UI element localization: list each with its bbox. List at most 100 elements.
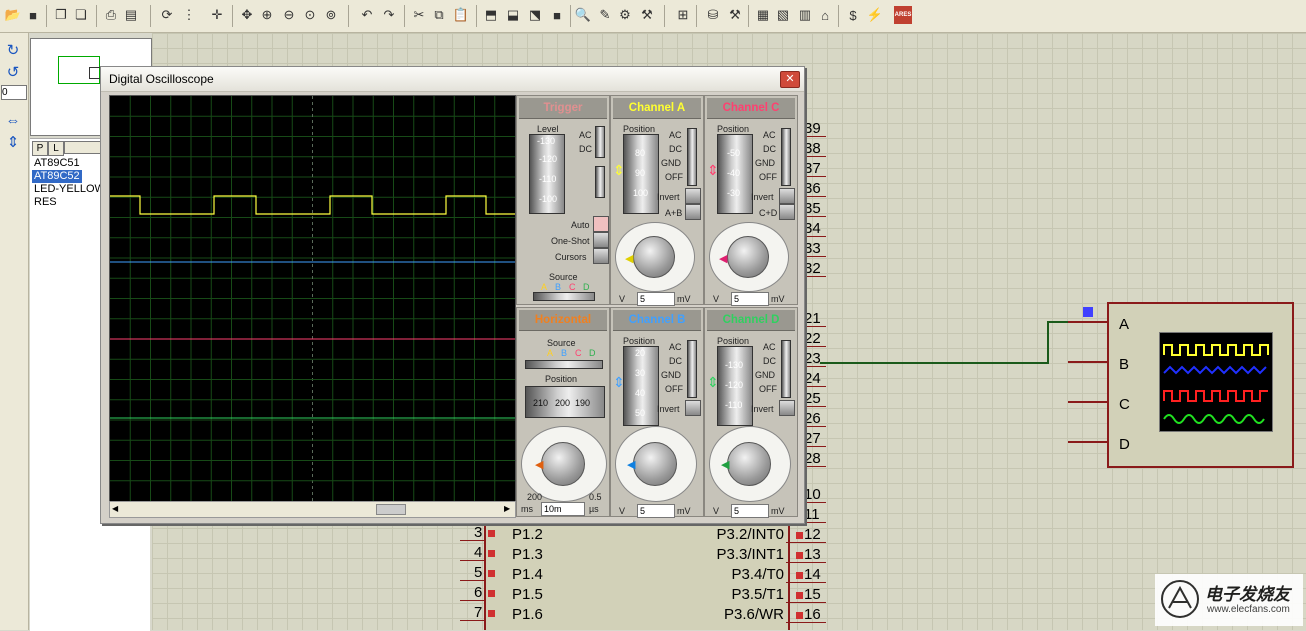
channel-c-value[interactable]: 5 (731, 292, 769, 306)
oscilloscope-window[interactable]: Digital Oscilloscope ✕ ◀ ▶ Trigger Level… (100, 66, 805, 524)
refresh-icon[interactable]: ⟳ (158, 6, 176, 24)
copy-icon[interactable]: ⧉ (430, 6, 448, 24)
print-icon[interactable]: ⎙ (102, 6, 120, 24)
package-icon[interactable]: ⚙ (616, 6, 634, 24)
tick: 190 (575, 398, 591, 408)
pick-device-icon[interactable]: 🔍 (574, 6, 592, 24)
device-item[interactable]: LED-YELLOW (32, 183, 107, 196)
channel-c-volts-knob[interactable] (727, 236, 769, 278)
mirror-x-icon[interactable]: ⇔ (4, 111, 22, 129)
horizontal-scrollbar[interactable]: ◀ ▶ (109, 501, 516, 518)
search-icon[interactable]: ⛁ (704, 6, 722, 24)
new-sheet-icon[interactable]: ▦ (754, 6, 772, 24)
channel-a-invert-button[interactable] (685, 188, 701, 204)
property-icon[interactable]: ⚒ (726, 6, 744, 24)
cut-icon[interactable]: ✂ (410, 6, 428, 24)
redo-icon[interactable]: ↷ (380, 6, 398, 24)
channel-a-panel: Channel A Position 80 90 100 ⇕ AC DC GND… (610, 95, 704, 306)
bill-icon[interactable]: $ (844, 6, 862, 24)
channel-b-volts-knob[interactable] (633, 442, 677, 486)
wire-autorouter-icon[interactable]: ⊞ (674, 6, 692, 24)
page-setup-icon[interactable]: ▤ (122, 6, 140, 24)
mode-gnd: GND (755, 158, 775, 168)
horizontal-source-slider[interactable] (525, 360, 603, 369)
import-icon[interactable]: ❐ (52, 6, 70, 24)
knob-pointer-icon: ◀ (535, 459, 544, 471)
channel-b-invert-button[interactable] (685, 400, 701, 416)
pin-number: 24 (804, 370, 821, 387)
level-tick: -130 (537, 136, 556, 146)
make-device-icon[interactable]: ✎ (596, 6, 614, 24)
timebase-value[interactable]: 10m (541, 502, 585, 516)
export-icon[interactable]: ❏ (72, 6, 90, 24)
channel-a-volts-knob[interactable] (633, 236, 675, 278)
scope-symbol[interactable]: A B C D (1107, 302, 1294, 468)
rotate-cw-icon[interactable]: ↻ (4, 41, 22, 59)
library-button[interactable]: L (48, 141, 64, 156)
scroll-right-icon[interactable]: ▶ (504, 504, 510, 513)
window-title: Digital Oscilloscope (109, 72, 214, 86)
save-icon[interactable]: ■ (24, 6, 42, 24)
coupling-switch[interactable] (595, 126, 605, 158)
zoom-in-icon[interactable]: ⊕ (258, 6, 276, 24)
channel-b-mode-switch[interactable] (687, 340, 697, 398)
undo-icon[interactable]: ↶ (358, 6, 376, 24)
channel-a-combine-button[interactable] (685, 204, 701, 220)
block-delete-icon[interactable]: ■ (548, 6, 566, 24)
mirror-y-icon[interactable]: ⇕ (4, 133, 22, 151)
window-titlebar[interactable]: Digital Oscilloscope ✕ (101, 67, 804, 92)
device-item[interactable]: AT89C51 (32, 157, 82, 170)
device-item-selected[interactable]: AT89C52 (32, 170, 82, 183)
paste-icon[interactable]: 📋 (452, 6, 470, 24)
channel-d-invert-button[interactable] (779, 400, 795, 416)
timebase-knob[interactable] (541, 442, 585, 486)
trigger-panel: Trigger Level -130 -120 -110 -100 AC DC … (516, 95, 610, 305)
rotation-field[interactable]: 0 (1, 85, 27, 100)
channel-c-mode-switch[interactable] (781, 128, 791, 186)
v-label: V (713, 294, 720, 304)
netlist-icon[interactable]: ⌂ (816, 6, 834, 24)
zoom-child-icon[interactable]: ▥ (796, 6, 814, 24)
trigger-source-slider[interactable] (533, 292, 595, 301)
channel-c-invert-button[interactable] (779, 188, 795, 204)
pan-icon[interactable]: ✥ (238, 6, 256, 24)
position-label: Position (623, 336, 656, 346)
decompose-icon[interactable]: ⚒ (638, 6, 656, 24)
oneshot-button[interactable] (593, 232, 609, 248)
edge-switch[interactable] (595, 166, 605, 198)
ares-icon[interactable]: ARES (894, 6, 912, 24)
pin-number: 35 (804, 200, 821, 217)
device-item[interactable]: RES (32, 196, 59, 209)
pick-button[interactable]: P (32, 141, 48, 156)
channel-a-value[interactable]: 5 (637, 292, 675, 306)
pin-marker (796, 532, 803, 539)
auto-button[interactable] (593, 216, 609, 232)
remove-sheet-icon[interactable]: ▧ (774, 6, 792, 24)
channel-a-mode-switch[interactable] (687, 128, 697, 186)
channel-c-combine-button[interactable] (779, 204, 795, 220)
close-icon[interactable]: ✕ (780, 71, 800, 88)
open-icon[interactable]: 📂 (4, 6, 22, 24)
block-move-icon[interactable]: ⬓ (504, 6, 522, 24)
zoom-area-icon[interactable]: ⊚ (322, 6, 340, 24)
scroll-thumb[interactable] (376, 504, 406, 515)
zoom-all-icon[interactable]: ⊙ (301, 6, 319, 24)
channel-d-volts-knob[interactable] (727, 442, 771, 486)
ares-link-icon[interactable]: ⚡ (866, 6, 884, 24)
block-copy-icon[interactable]: ⬒ (482, 6, 500, 24)
pin-marker (796, 612, 803, 619)
origin-icon[interactable]: ✛ (208, 6, 226, 24)
channel-d-mode-switch[interactable] (781, 340, 791, 398)
rotate-ccw-icon[interactable]: ↺ (4, 63, 22, 81)
mode-ac: AC (763, 342, 776, 352)
cursors-button[interactable] (593, 248, 609, 264)
channel-b-value[interactable]: 5 (637, 504, 675, 518)
channel-d-value[interactable]: 5 (731, 504, 769, 518)
scroll-left-icon[interactable]: ◀ (112, 504, 118, 513)
pin-marker (488, 610, 495, 617)
grid-icon[interactable]: ⋮ (180, 6, 198, 24)
zoom-out-icon[interactable]: ⊖ (280, 6, 298, 24)
src-a: A (541, 282, 548, 292)
block-rotate-icon[interactable]: ⬔ (526, 6, 544, 24)
tick: 50 (635, 408, 646, 418)
